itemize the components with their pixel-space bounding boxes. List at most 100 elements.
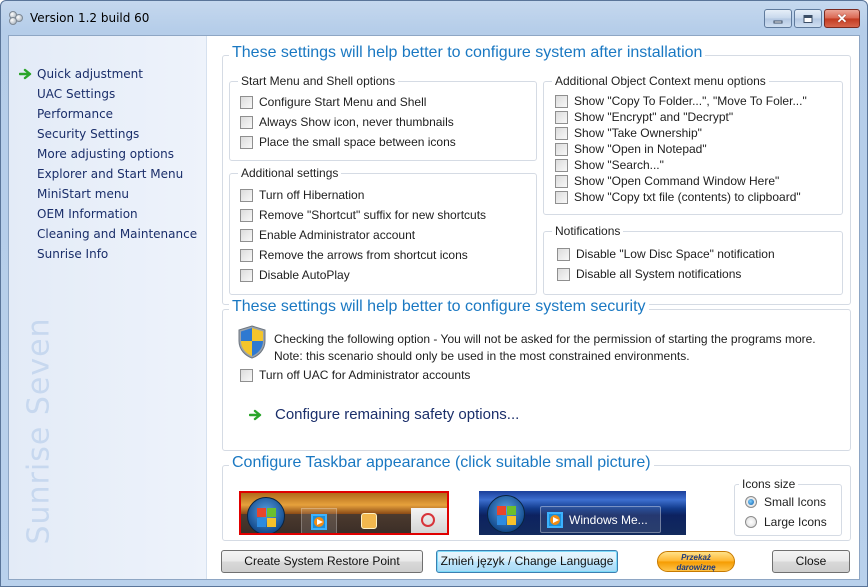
client-area: Quick adjustment UAC Settings Performanc… — [8, 35, 860, 580]
option-enable-admin-account[interactable]: Enable Administrator account — [240, 227, 415, 243]
install-settings-group: These settings will help better to confi… — [222, 44, 851, 305]
donate-button[interactable]: Przekaż darowiznę — [657, 551, 735, 572]
option-label: Show "Copy To Folder...", "Move To Foler… — [574, 94, 807, 108]
option-label: Enable Administrator account — [259, 228, 416, 242]
checkbox[interactable] — [555, 126, 568, 140]
create-restore-point-button[interactable]: Create System Restore Point — [221, 550, 423, 573]
taskbar-tool-button — [411, 508, 447, 533]
sidebar-item-explorer-start-menu[interactable]: Explorer and Start Menu — [9, 164, 207, 184]
option-label: Disable all System notifications — [576, 267, 742, 281]
radio-button[interactable] — [745, 496, 757, 508]
option-copy-move-to-folder[interactable]: Show "Copy To Folder...", "Move To Foler… — [555, 93, 807, 109]
configure-safety-options-label: Configure remaining safety options... — [275, 406, 520, 423]
configure-safety-options-link[interactable]: Configure remaining safety options... — [249, 406, 519, 423]
checkbox[interactable] — [240, 188, 253, 202]
option-disable-low-disc-space[interactable]: Disable "Low Disc Space" notification — [557, 246, 775, 262]
maximize-button[interactable] — [794, 9, 822, 28]
checkbox[interactable] — [240, 208, 253, 222]
notifications-group: Notifications Disable "Low Disc Space" n… — [543, 224, 843, 295]
checkbox[interactable] — [555, 174, 568, 188]
option-label: Always Show icon, never thumbnails — [259, 115, 454, 129]
sidebar: Quick adjustment UAC Settings Performanc… — [9, 36, 207, 579]
option-label: Show "Search..." — [574, 158, 664, 172]
option-open-command-window[interactable]: Show "Open Command Window Here" — [555, 173, 779, 189]
checkbox[interactable] — [557, 247, 570, 261]
sidebar-item-label: Sunrise Info — [37, 247, 109, 261]
sidebar-item-more-adjusting-options[interactable]: More adjusting options — [9, 144, 207, 164]
sidebar-item-uac-settings[interactable]: UAC Settings — [9, 84, 207, 104]
sidebar-item-cleaning-maintenance[interactable]: Cleaning and Maintenance — [9, 224, 207, 244]
sidebar-item-label: Cleaning and Maintenance — [37, 227, 198, 241]
option-label: Show "Open in Notepad" — [574, 142, 707, 156]
option-take-ownership[interactable]: Show "Take Ownership" — [555, 125, 702, 141]
option-always-show-icon[interactable]: Always Show icon, never thumbnails — [240, 114, 454, 130]
option-copy-txt-to-clipboard[interactable]: Show "Copy txt file (contents) to clipbo… — [555, 189, 801, 205]
option-encrypt-decrypt[interactable]: Show "Encrypt" and "Decrypt" — [555, 109, 733, 125]
icons-size-group: Icons size Small Icons Large Icons — [734, 477, 842, 536]
option-label: Configure Start Menu and Shell — [259, 95, 427, 109]
checkbox[interactable] — [240, 368, 253, 382]
checkbox[interactable] — [555, 190, 568, 204]
option-disable-system-notifications[interactable]: Disable all System notifications — [557, 266, 741, 282]
sidebar-item-label: Explorer and Start Menu — [37, 167, 184, 181]
sidebar-item-label: OEM Information — [37, 207, 138, 221]
media-player-icon — [311, 514, 327, 530]
option-label: Turn off UAC for Administrator accounts — [259, 368, 471, 382]
sidebar-item-security-settings[interactable]: Security Settings — [9, 124, 207, 144]
sidebar-item-label: Security Settings — [37, 127, 140, 141]
option-label: Show "Open Command Window Here" — [574, 174, 780, 188]
checkbox[interactable] — [240, 135, 253, 149]
start-orb-icon — [487, 495, 525, 533]
option-remove-shortcut-arrows[interactable]: Remove the arrows from shortcut icons — [240, 247, 468, 263]
change-language-button[interactable]: Zmień język / Change Language — [436, 550, 618, 573]
option-label: Show "Take Ownership" — [574, 126, 702, 140]
option-open-in-notepad[interactable]: Show "Open in Notepad" — [555, 141, 707, 157]
sidebar-item-quick-adjustment[interactable]: Quick adjustment — [9, 64, 207, 84]
checkbox[interactable] — [555, 94, 568, 108]
option-search[interactable]: Show "Search..." — [555, 157, 664, 173]
media-player-icon — [547, 512, 563, 528]
start-menu-group: Start Menu and Shell options Configure S… — [229, 74, 537, 161]
icons-size-title: Icons size — [739, 477, 799, 491]
brand-watermark: Sunrise Seven — [17, 286, 61, 576]
title-bar[interactable]: Version 1.2 build 60 ✕ — [1, 1, 867, 35]
minimize-button[interactable] — [764, 9, 792, 28]
checkbox[interactable] — [557, 267, 570, 281]
option-label: Show "Copy txt file (contents) to clipbo… — [574, 190, 801, 204]
checkbox[interactable] — [240, 115, 253, 129]
donate-line2: darowiznę — [676, 563, 716, 572]
close-button[interactable]: Close — [772, 550, 850, 573]
brand-text: Sunrise Seven — [21, 317, 57, 545]
sidebar-item-label: Performance — [37, 107, 114, 121]
checkbox[interactable] — [240, 248, 253, 262]
notifications-group-title: Notifications — [552, 224, 624, 238]
checkbox[interactable] — [240, 228, 253, 242]
checkbox[interactable] — [240, 268, 253, 282]
sidebar-item-sunrise-info[interactable]: Sunrise Info — [9, 244, 207, 264]
option-label: Place the small space between icons — [259, 135, 456, 149]
sidebar-item-performance[interactable]: Performance — [9, 104, 207, 124]
sidebar-item-oem-information[interactable]: OEM Information — [9, 204, 207, 224]
checkbox[interactable] — [555, 110, 568, 124]
context-menu-group: Additional Object Context menu options S… — [543, 74, 843, 215]
radio-small-icons[interactable]: Small Icons — [745, 495, 826, 509]
close-window-button[interactable]: ✕ — [824, 9, 860, 28]
sidebar-item-ministart-menu[interactable]: MiniStart menu — [9, 184, 207, 204]
sidebar-nav: Quick adjustment UAC Settings Performanc… — [9, 64, 207, 264]
radio-large-icons[interactable]: Large Icons — [745, 515, 827, 529]
radio-label: Large Icons — [764, 515, 827, 529]
checkbox[interactable] — [240, 95, 253, 109]
option-remove-shortcut-suffix[interactable]: Remove "Shortcut" suffix for new shortcu… — [240, 207, 486, 223]
checkbox[interactable] — [555, 158, 568, 172]
install-settings-title: These settings will help better to confi… — [229, 44, 706, 62]
checkbox[interactable] — [555, 142, 568, 156]
option-configure-start-menu[interactable]: Configure Start Menu and Shell — [240, 94, 426, 110]
option-label: Turn off Hibernation — [259, 188, 365, 202]
taskbar-thumbnail-small-icons[interactable] — [239, 491, 449, 535]
taskbar-thumbnail-labeled[interactable]: Windows Me... — [479, 491, 686, 535]
option-turn-off-hibernation[interactable]: Turn off Hibernation — [240, 187, 364, 203]
radio-button[interactable] — [745, 516, 757, 528]
option-small-space-icons[interactable]: Place the small space between icons — [240, 134, 456, 150]
option-turn-off-uac[interactable]: Turn off UAC for Administrator accounts — [240, 367, 470, 383]
option-disable-autoplay[interactable]: Disable AutoPlay — [240, 267, 350, 283]
